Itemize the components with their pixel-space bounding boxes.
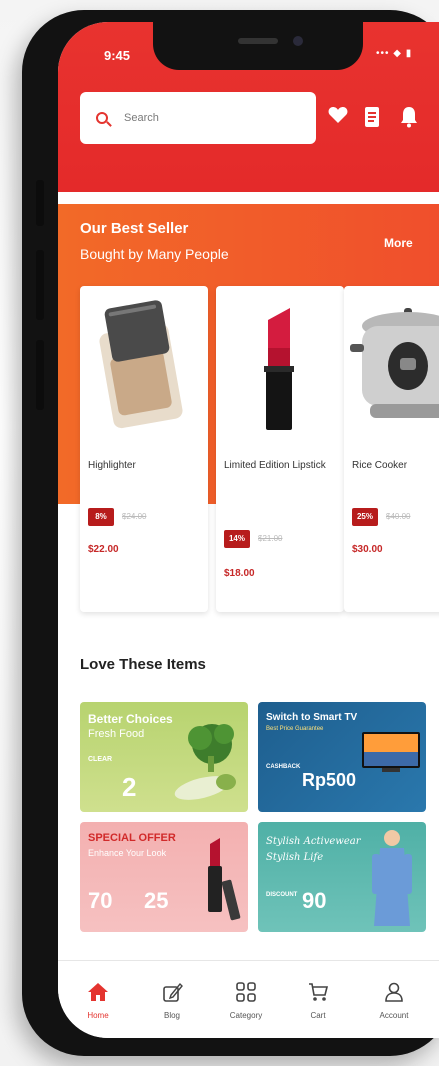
promo-banner-smart-tv[interactable]: Switch to Smart TV Best Price Guarantee … (258, 702, 426, 812)
promo-tag: CASHBACK (266, 764, 301, 770)
tv-image (362, 732, 420, 772)
love-items-title: Love These Items (80, 656, 206, 673)
search-input[interactable]: Search (80, 92, 316, 144)
promo-title: Better Choices (88, 712, 173, 726)
search-placeholder: Search (124, 112, 159, 124)
receipt-icon[interactable] (364, 106, 380, 134)
promo-title: Switch to Smart TV (266, 712, 358, 723)
product-card[interactable]: Highlighter 8% $24.00 $22.00 (80, 286, 208, 612)
side-button-bottom (36, 340, 44, 410)
promo-title: Stylish Activewear (266, 836, 361, 847)
discount-badge: 14% (224, 530, 250, 548)
product-name: Rice Cooker (352, 460, 408, 471)
promo-subtitle: Best Price Guarantee (266, 726, 324, 732)
promo-subtitle: Fresh Food (88, 728, 145, 740)
old-price: $24.00 (122, 512, 147, 521)
category-icon (216, 979, 276, 1005)
cart-icon (288, 979, 348, 1005)
side-button-mid (36, 250, 44, 320)
tab-label: Cart (310, 1011, 326, 1020)
phone-notch (153, 22, 363, 70)
tab-home[interactable]: Home (68, 979, 128, 1020)
promo-banner-special-offer[interactable]: SPECIAL OFFER Enhance Your Look 70 25 (80, 822, 248, 932)
product-name: Highlighter (88, 460, 136, 471)
speaker-grille (238, 38, 278, 44)
best-seller-subtitle: Bought by Many People (80, 246, 229, 262)
promo-amount: 90 (302, 888, 327, 913)
lipstick-image (208, 838, 241, 921)
tab-account[interactable]: Account (364, 979, 424, 1020)
tab-label: Account (379, 1011, 409, 1020)
promo-amount: 2 (122, 772, 137, 802)
tab-label: Blog (163, 1011, 180, 1020)
product-price: $30.00 (352, 544, 383, 555)
bell-icon[interactable] (400, 106, 418, 134)
promo-title: SPECIAL OFFER (88, 832, 176, 844)
old-price: $21.00 (258, 534, 283, 543)
tab-cart[interactable]: Cart (288, 979, 348, 1020)
account-icon (364, 979, 424, 1005)
side-button-top (36, 180, 44, 226)
bottom-tab-bar: Home Blog Category Cart Account (58, 960, 439, 1038)
vegetables-image (174, 724, 236, 800)
promo-amount-b: 25 (144, 888, 169, 913)
front-camera (293, 36, 303, 46)
tab-label: Category (229, 1011, 263, 1020)
discount-badge: 25% (352, 508, 378, 526)
best-seller-title: Our Best Seller (80, 220, 189, 237)
more-link[interactable]: More (384, 236, 413, 250)
promo-amount: Rp500 (302, 770, 357, 790)
product-price: $18.00 (224, 568, 255, 579)
product-image (216, 286, 344, 446)
product-card[interactable]: Limited Edition Lipstick 14% $21.00 $18.… (216, 286, 344, 612)
promo-tag: CLEAR (88, 756, 113, 763)
product-image (344, 286, 439, 446)
promo-amount-a: 70 (88, 888, 113, 913)
app-stage: 9:45 ••• ◆ ▮ Search Our Best Seller Boug… (0, 0, 439, 1066)
tab-label: Home (87, 1011, 109, 1020)
model-image (372, 830, 412, 926)
phone-screen: 9:45 ••• ◆ ▮ Search Our Best Seller Boug… (58, 22, 439, 1038)
tab-category[interactable]: Category (216, 979, 276, 1020)
blog-icon (142, 979, 202, 1005)
app-header: 9:45 ••• ◆ ▮ Search (58, 22, 439, 192)
promo-subtitle: Stylish Life (266, 852, 324, 863)
promo-banner-activewear[interactable]: Stylish Activewear Stylish Life DISCOUNT… (258, 822, 426, 932)
promo-banner-fresh-food[interactable]: Better Choices Fresh Food CLEAR 2 (80, 702, 248, 812)
heart-icon[interactable] (328, 106, 348, 130)
search-icon (96, 112, 108, 124)
tab-blog[interactable]: Blog (142, 979, 202, 1020)
status-icons: ••• ◆ ▮ (376, 48, 413, 59)
old-price: $40.00 (386, 512, 411, 521)
status-time: 9:45 (104, 48, 131, 63)
promo-tag: DISCOUNT (266, 892, 298, 898)
product-image (80, 286, 208, 446)
product-card[interactable]: Rice Cooker 25% $40.00 $30.00 (344, 286, 439, 612)
promo-subtitle: Enhance Your Look (88, 848, 167, 858)
discount-badge: 8% (88, 508, 114, 526)
product-name: Limited Edition Lipstick (224, 460, 326, 471)
home-icon (68, 979, 128, 1005)
product-price: $22.00 (88, 544, 119, 555)
